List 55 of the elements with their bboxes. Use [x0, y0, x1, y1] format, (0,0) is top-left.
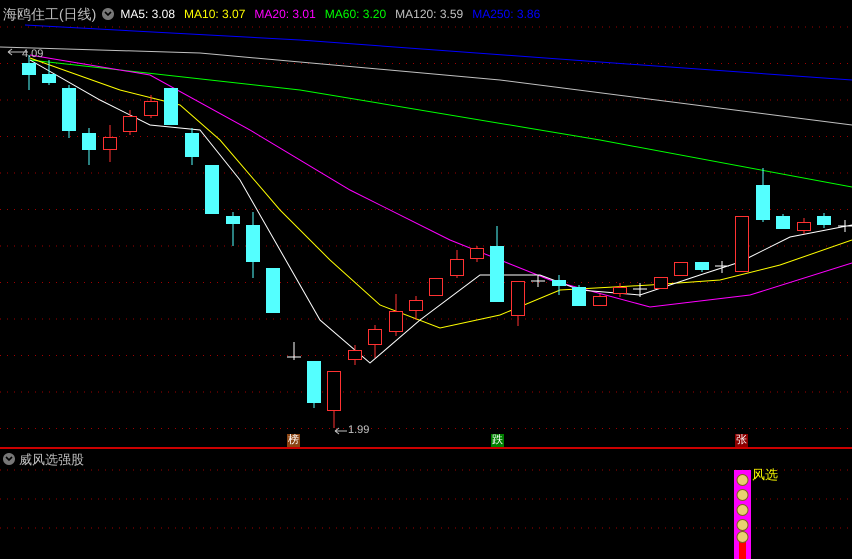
- candlestick: [266, 268, 280, 314]
- candlestick: [164, 88, 178, 126]
- candlestick: [695, 262, 709, 272]
- candlestick: [450, 250, 464, 278]
- candlestick: [530, 274, 546, 288]
- dropdown-icon[interactable]: [102, 8, 114, 20]
- low-price-label: 1.99: [348, 425, 370, 436]
- candlestick: [307, 360, 321, 408]
- candlestick: [226, 212, 240, 246]
- moving-average-value: MA20: 3.01: [254, 8, 316, 20]
- candlestick: [286, 342, 302, 360]
- candlestick: [674, 262, 688, 276]
- signal-marker: 跌: [491, 434, 504, 447]
- signal-label: 风选: [752, 468, 778, 481]
- candlestick: [103, 124, 117, 162]
- candlestick: [389, 294, 403, 336]
- candlestick: [409, 296, 423, 320]
- moving-average-value: MA60: 3.20: [324, 8, 386, 20]
- candlestick: [185, 128, 199, 166]
- candlestick: [776, 214, 790, 230]
- candlestick: [552, 274, 566, 296]
- candlestick: [205, 164, 219, 214]
- candlestick: [756, 168, 770, 222]
- signal-marker: 榜: [287, 434, 300, 447]
- candlestick: [572, 284, 586, 306]
- candlestick: [735, 216, 749, 272]
- candlestick: [42, 60, 56, 86]
- signal-marker: 张: [735, 434, 748, 447]
- candlestick: [429, 278, 443, 296]
- candlestick: [82, 128, 96, 166]
- candlestick: [817, 212, 831, 228]
- candlestick: [511, 280, 525, 326]
- candlestick: [593, 294, 607, 306]
- candlestick: [144, 94, 158, 118]
- candlestick: [327, 370, 341, 428]
- candlestick: [632, 282, 648, 298]
- candlestick: [246, 212, 260, 278]
- dropdown-icon[interactable]: [3, 453, 15, 465]
- moving-average-value: MA5: 3.08: [120, 8, 176, 20]
- candlestick: [62, 84, 76, 138]
- indicator-title: 威风选强股: [19, 452, 84, 466]
- candlestick: [470, 246, 484, 262]
- candlestick: [797, 218, 811, 234]
- moving-average-value: MA120: 3.59: [395, 8, 464, 20]
- moving-average-value: MA250: 3.86: [472, 8, 540, 20]
- candlestick: [714, 260, 730, 274]
- candlestick: [838, 220, 852, 232]
- arrow-icon: [334, 428, 348, 434]
- candlestick: [368, 324, 382, 358]
- candlestick: [123, 110, 137, 136]
- candlestick: [613, 282, 627, 298]
- chart-title: 海鸥住工(日线): [3, 7, 96, 21]
- candlestick: [654, 276, 668, 290]
- candlestick: [348, 344, 362, 366]
- moving-average-value: MA10: 3.07: [184, 8, 246, 20]
